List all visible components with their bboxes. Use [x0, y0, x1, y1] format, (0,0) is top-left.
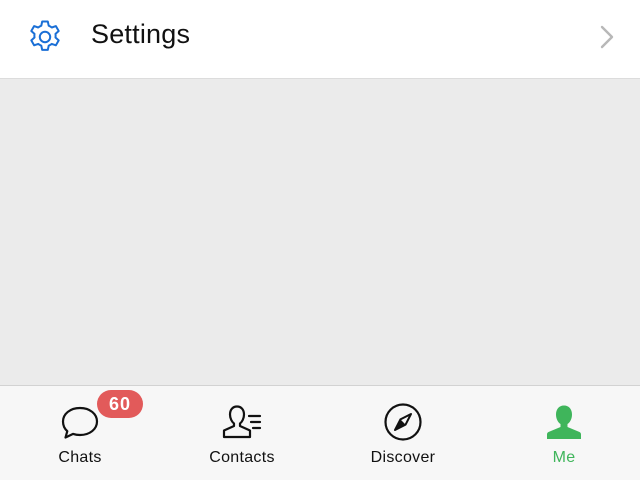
screen: Settings 60 Chats Contacts Discover Me — [0, 0, 640, 480]
tab-bar: 60 Chats Contacts Discover Me — [0, 385, 640, 480]
settings-row[interactable]: Settings — [0, 0, 640, 79]
tab-label-discover: Discover — [370, 449, 436, 466]
contacts-icon — [222, 405, 262, 439]
tab-contacts[interactable]: Contacts — [162, 386, 322, 480]
tab-label-me: Me — [552, 449, 576, 466]
chat-bubble-icon — [61, 406, 99, 439]
tab-chats[interactable]: 60 Chats — [0, 386, 160, 480]
tab-label-chats: Chats — [58, 449, 102, 466]
tab-discover[interactable]: Discover — [323, 386, 483, 480]
chevron-right-icon — [600, 25, 614, 49]
gear-icon — [30, 20, 60, 51]
tab-me[interactable]: Me — [484, 386, 640, 480]
tab-label-contacts: Contacts — [209, 449, 275, 466]
compass-icon — [384, 403, 422, 441]
settings-label: Settings — [91, 19, 191, 49]
person-icon — [547, 405, 581, 439]
unread-count-badge: 60 — [97, 390, 143, 418]
